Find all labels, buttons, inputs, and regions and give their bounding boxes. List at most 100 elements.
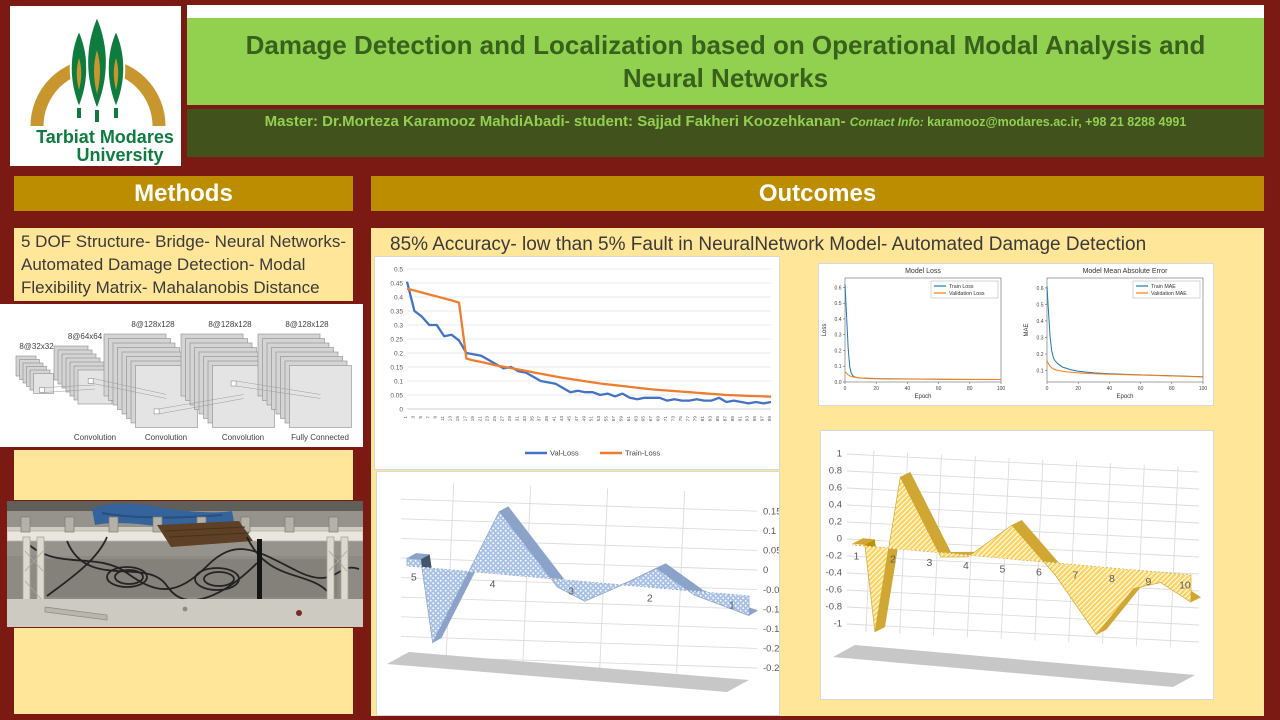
svg-text:55: 55 [604,416,610,422]
svg-text:0.3: 0.3 [394,322,403,329]
svg-text:20: 20 [1075,386,1081,392]
svg-text:43: 43 [559,416,565,422]
cnn-architecture-diagram: 8@32x328@64x648@128x1288@128x1288@128x12… [0,304,363,447]
svg-text:23: 23 [485,416,491,422]
svg-text:Convolution: Convolution [222,433,264,442]
svg-text:0.0: 0.0 [835,380,842,386]
damage-localization-chart-5dof: 0.150.10.050-0.05-0.1-0.15-0.2-0.2554321 [376,471,780,716]
svg-text:Fully Connected: Fully Connected [291,433,349,442]
svg-text:4: 4 [490,579,496,591]
contact-info-label: Contact Info: [850,115,927,129]
svg-text:29: 29 [507,416,513,422]
svg-text:0.25: 0.25 [390,336,403,343]
svg-text:1: 1 [837,449,842,460]
svg-text:2: 2 [890,554,896,566]
svg-text:65: 65 [641,416,647,422]
svg-text:35: 35 [529,416,535,422]
svg-text:17: 17 [462,416,468,422]
outcomes-summary: 85% Accuracy- low than 5% Fault in Neura… [390,234,1250,256]
svg-text:0.4: 0.4 [835,317,842,323]
svg-text:0: 0 [844,386,847,392]
model-loss-mae-graphic: Model Loss0.00.10.20.30.40.50.6020406080… [819,264,1213,405]
svg-text:41: 41 [552,416,558,422]
svg-text:-0.4: -0.4 [826,568,842,579]
svg-text:0: 0 [1046,386,1049,392]
svg-text:45: 45 [566,416,572,422]
svg-text:27: 27 [500,416,506,422]
svg-text:21: 21 [477,416,483,422]
svg-text:93: 93 [745,416,751,422]
damage-localization-chart-10dof: 10.80.60.40.20-0.2-0.4-0.6-0.8-112345678… [820,430,1214,700]
svg-text:5: 5 [411,572,417,584]
svg-text:8@128x128: 8@128x128 [285,320,329,329]
svg-text:0.8: 0.8 [829,466,842,477]
svg-text:0.4: 0.4 [829,500,842,511]
svg-text:0.1: 0.1 [835,364,842,370]
authors-bar: Master: Dr.Morteza Karamooz MahdiAbadi- … [187,109,1264,157]
svg-text:MAE: MAE [1024,323,1030,336]
svg-text:6: 6 [1036,567,1042,579]
svg-text:-0.15: -0.15 [763,624,779,635]
svg-text:51: 51 [589,416,595,422]
poster-page: Tarbiat Modares University Damage Detect… [0,0,1280,720]
svg-text:7: 7 [1072,570,1078,582]
svg-text:60: 60 [936,386,942,392]
svg-text:49: 49 [581,416,587,422]
svg-text:0.3: 0.3 [835,333,842,339]
svg-text:-0.2: -0.2 [763,644,779,655]
cnn-diagram-graphic: 8@32x328@64x648@128x1288@128x1288@128x12… [0,304,363,447]
svg-text:39: 39 [544,416,550,422]
svg-text:40: 40 [1107,386,1113,392]
experiment-photo-graphic [7,501,363,627]
methods-bottom-box [14,628,353,714]
svg-text:0: 0 [763,565,768,576]
svg-text:Convolution: Convolution [145,433,187,442]
svg-text:40: 40 [905,386,911,392]
svg-text:61: 61 [626,416,632,422]
svg-text:9: 9 [1145,576,1151,588]
logo-text-line1: Tarbiat Modares [36,127,174,147]
svg-text:3: 3 [410,416,416,419]
svg-text:0.45: 0.45 [390,280,403,287]
svg-text:3: 3 [568,585,574,597]
svg-text:95: 95 [752,416,758,422]
svg-text:0.1: 0.1 [1037,368,1044,374]
svg-text:0.6: 0.6 [1037,286,1044,292]
damage-localization-10dof-graphic: 10.80.60.40.20-0.2-0.4-0.6-0.8-112345678… [821,431,1213,699]
svg-text:5: 5 [999,563,1005,575]
svg-text:8@128x128: 8@128x128 [131,320,175,329]
svg-text:0.15: 0.15 [763,506,779,517]
svg-text:7: 7 [425,416,431,419]
svg-text:85: 85 [715,416,721,422]
svg-text:0.5: 0.5 [835,301,842,307]
svg-text:63: 63 [633,416,639,422]
methods-summary: 5 DOF Structure- Bridge- Neural Networks… [14,228,353,301]
svg-text:8: 8 [1109,573,1115,585]
svg-text:1: 1 [403,416,409,419]
svg-text:2: 2 [647,592,653,604]
svg-text:9: 9 [433,416,439,419]
svg-text:0.05: 0.05 [390,392,403,399]
outcomes-section-header: Outcomes [371,176,1264,211]
svg-text:99: 99 [767,416,773,422]
svg-text:Val-Loss: Val-Loss [550,449,579,458]
svg-text:73: 73 [670,416,676,422]
svg-text:59: 59 [618,416,624,422]
svg-text:60: 60 [1138,386,1144,392]
svg-text:25: 25 [492,416,498,422]
svg-text:33: 33 [522,416,528,422]
svg-text:57: 57 [611,416,617,422]
svg-text:81: 81 [700,416,706,422]
svg-text:-0.25: -0.25 [763,663,779,674]
svg-text:80: 80 [967,386,973,392]
svg-text:0: 0 [399,406,403,413]
svg-text:77: 77 [685,416,691,422]
svg-text:Validation Loss: Validation Loss [949,291,985,297]
university-logo: Tarbiat Modares University [10,6,181,166]
outcomes-heading: Outcomes [759,180,876,208]
svg-text:80: 80 [1169,386,1175,392]
svg-text:100: 100 [1199,386,1208,392]
svg-text:37: 37 [537,416,543,422]
page-title: Damage Detection and Localization based … [187,29,1264,94]
svg-text:100: 100 [997,386,1006,392]
